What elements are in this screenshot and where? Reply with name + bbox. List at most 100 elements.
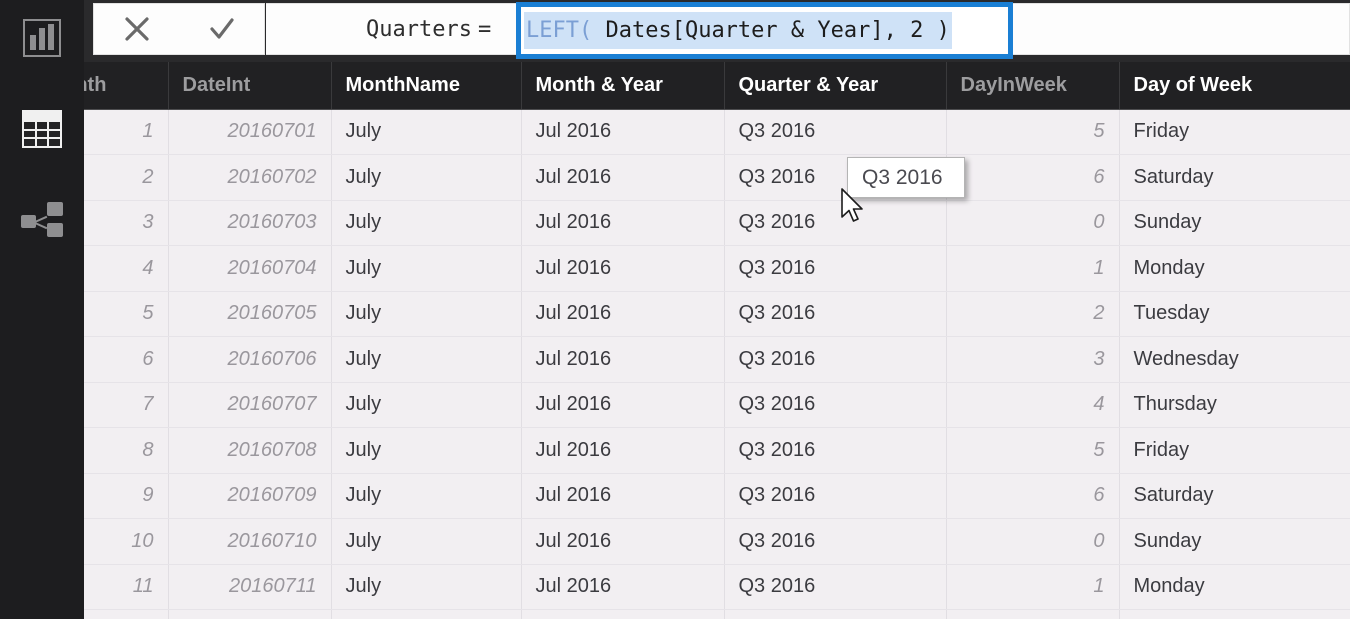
table-cell[interactable]: July [331,291,522,337]
table-cell[interactable]: 20160701 [168,109,332,155]
table-cell[interactable]: July [331,245,522,292]
table-cell[interactable]: Q3 2016 [724,564,947,610]
table-row[interactable]: 7 20160707 July Jul 2016 Q3 2016 4 Thursday [84,382,1350,428]
table-row[interactable]: 1220160712JulyJul 2016Q3 20162Tuesday [84,609,1350,619]
table-cell[interactable]: July [331,336,522,383]
table-cell[interactable]: July [331,427,522,474]
table-cell[interactable]: 20160712 [168,609,332,619]
table-cell[interactable]: July [331,382,522,428]
table-cell[interactable]: 6 [84,336,169,383]
table-cell[interactable]: 20160704 [168,245,332,292]
table-cell[interactable]: Q3 2016 [724,518,947,565]
table-cell[interactable]: Wednesday [1119,336,1350,383]
table-row[interactable]: 3 20160703 July Jul 2016 Q3 2016 0 Sunday [84,200,1350,246]
table-cell[interactable]: July [331,154,522,201]
table-cell[interactable]: Sunday [1119,518,1350,565]
table-cell[interactable]: Q3 2016 [724,245,947,292]
column-header[interactable]: Quarter & Year [724,62,947,110]
table-cell[interactable]: 20160710 [168,518,332,565]
table-cell[interactable]: 4 [946,382,1120,428]
table-cell[interactable]: July [331,473,522,519]
table-cell[interactable]: 5 [946,109,1120,155]
column-header[interactable]: Month & Year [521,62,725,110]
table-cell[interactable]: Jul 2016 [521,518,725,565]
table-cell[interactable]: July [331,518,522,565]
table-cell[interactable]: 0 [946,518,1120,565]
formula-expression-field[interactable]: LEFT( Dates[Quarter & Year], 2 ) [521,7,1008,54]
table-cell[interactable]: 8 [84,427,169,474]
table-cell[interactable]: 20160705 [168,291,332,337]
table-cell[interactable]: Jul 2016 [521,609,725,619]
table-row[interactable]: 6 20160706 July Jul 2016 Q3 2016 3 Wednesday [84,336,1350,383]
table-cell[interactable]: Jul 2016 [521,336,725,383]
table-cell[interactable]: Jul 2016 [521,245,725,292]
table-cell[interactable]: Jul 2016 [521,382,725,428]
table-cell[interactable]: Friday [1119,109,1350,155]
table-cell[interactable]: 6 [946,154,1120,201]
column-header[interactable]: Day of Week [1119,62,1350,110]
table-cell[interactable]: 1 [946,564,1120,610]
table-cell[interactable]: Jul 2016 [521,564,725,610]
table-cell[interactable]: Friday [1119,427,1350,474]
table-cell[interactable]: Q3 2016 [724,382,947,428]
table-cell[interactable]: 11 [84,564,169,610]
table-cell[interactable]: Jul 2016 [521,427,725,474]
table-cell[interactable]: 20160708 [168,427,332,474]
table-cell[interactable]: 12 [84,609,169,619]
table-cell[interactable]: Jul 2016 [521,473,725,519]
table-cell[interactable]: Q3 2016 [724,291,947,337]
commit-formula-button[interactable] [191,5,253,53]
table-cell[interactable]: Jul 2016 [521,200,725,246]
table-cell[interactable]: Jul 2016 [521,154,725,201]
table-cell[interactable]: 20160703 [168,200,332,246]
sidebar-item-model-view[interactable] [14,192,70,248]
table-row[interactable]: 1 20160701 July Jul 2016 Q3 2016 5 Friday [84,109,1350,155]
table-cell[interactable]: 9 [84,473,169,519]
table-cell[interactable]: Monday [1119,564,1350,610]
table-cell[interactable]: 0 [946,200,1120,246]
column-header[interactable]: DayInWeek [946,62,1120,110]
table-cell[interactable]: 5 [946,427,1120,474]
table-cell[interactable]: 3 [946,336,1120,383]
formula-expression-focus-frame[interactable]: LEFT( Dates[Quarter & Year], 2 ) [516,2,1013,59]
table-cell[interactable]: Saturday [1119,473,1350,519]
table-cell[interactable]: 3 [84,200,169,246]
table-row[interactable]: 2 20160702 July Jul 2016 Q3 2016 6 Saturday [84,154,1350,201]
table-cell[interactable]: Tuesday [1119,609,1350,619]
column-header[interactable]: ayOfMonth [84,62,169,110]
table-row[interactable]: 9 20160709 July Jul 2016 Q3 2016 6 Saturday [84,473,1350,519]
table-cell[interactable]: 2 [946,291,1120,337]
table-cell[interactable]: Saturday [1119,154,1350,201]
data-grid[interactable]: ayOfMonthDateIntMonthNameMonth & YearQua… [84,62,1350,619]
table-cell[interactable]: Q3 2016 [724,473,947,519]
table-cell[interactable]: 7 [84,382,169,428]
table-cell[interactable]: July [331,564,522,610]
table-cell[interactable]: 6 [946,473,1120,519]
table-cell[interactable]: Jul 2016 [521,109,725,155]
table-cell[interactable]: Q3 2016 [724,427,947,474]
column-header[interactable]: DateInt [168,62,332,110]
table-cell[interactable]: 5 [84,291,169,337]
table-cell[interactable]: Monday [1119,245,1350,292]
table-cell[interactable]: 20160709 [168,473,332,519]
table-row[interactable]: 11 20160711 July Jul 2016 Q3 2016 1 Monday [84,564,1350,610]
table-row[interactable]: 5 20160705 July Jul 2016 Q3 2016 2 Tuesday [84,291,1350,337]
table-cell[interactable]: July [331,609,522,619]
sidebar-item-data-view[interactable] [14,101,70,157]
table-cell[interactable]: 20160707 [168,382,332,428]
table-cell[interactable]: 20160706 [168,336,332,383]
table-cell[interactable]: 2 [84,154,169,201]
table-cell[interactable]: Q3 2016 [724,336,947,383]
table-row[interactable]: 4 20160704 July Jul 2016 Q3 2016 1 Monday [84,245,1350,292]
table-cell[interactable]: 10 [84,518,169,565]
table-cell[interactable]: Q3 2016 [724,609,947,619]
table-cell[interactable]: Sunday [1119,200,1350,246]
table-row[interactable]: 10 20160710 July Jul 2016 Q3 2016 0 Sunday [84,518,1350,565]
table-row[interactable]: 8 20160708 July Jul 2016 Q3 2016 5 Friday [84,427,1350,474]
table-cell[interactable]: July [331,200,522,246]
table-cell[interactable]: 4 [84,245,169,292]
sidebar-item-report-view[interactable] [14,10,70,66]
table-cell[interactable]: 20160702 [168,154,332,201]
table-cell[interactable]: Jul 2016 [521,291,725,337]
table-cell[interactable]: 1 [84,109,169,155]
